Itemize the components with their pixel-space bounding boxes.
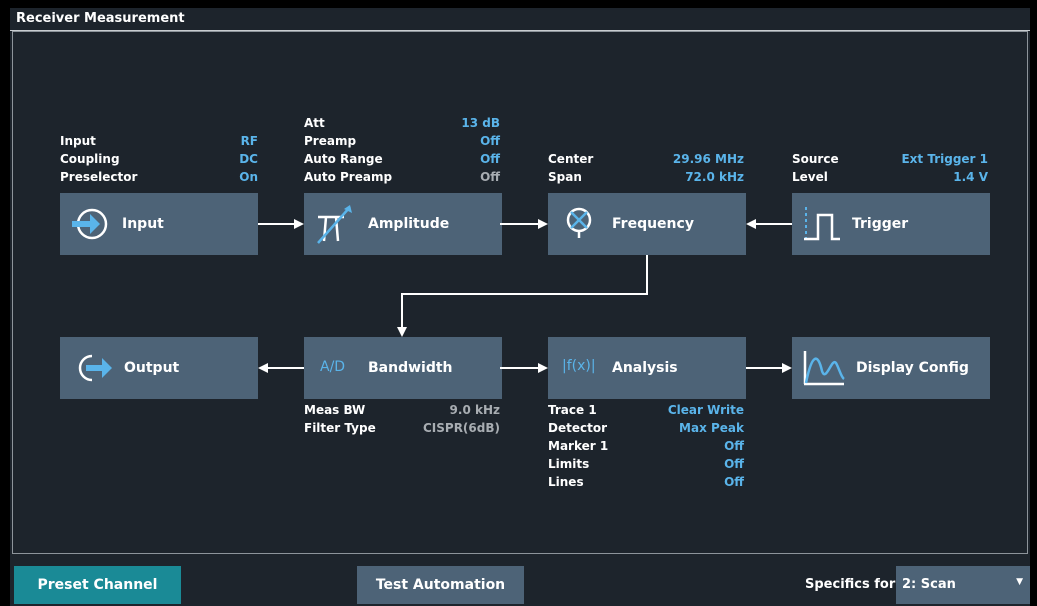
test-automation-button[interactable]: Test Automation	[357, 566, 524, 604]
amplitude-block[interactable]: Amplitude	[304, 193, 502, 255]
output-block[interactable]: Output	[60, 337, 258, 399]
arrow-head	[746, 219, 756, 229]
info-row: Marker 1 Off	[548, 439, 744, 453]
connector-trigger-frequency	[756, 223, 792, 225]
attenuator-icon	[314, 203, 356, 249]
specifics-label: Specifics for	[805, 577, 896, 592]
connector-bandwidth-output	[268, 367, 304, 369]
bandwidth-block[interactable]: A/D Bandwidth	[304, 337, 502, 399]
connector-frequency-across	[401, 293, 648, 295]
info-row: Att 13 dB	[304, 116, 500, 130]
title-bar: Receiver Measurement	[10, 8, 1030, 31]
arrow-head	[538, 219, 548, 229]
arrow-head	[258, 363, 268, 373]
input-block-label: Input	[122, 216, 164, 232]
frequency-block[interactable]: Frequency	[548, 193, 746, 255]
frequency-info: Center 29.96 MHz Span 72.0 kHz	[548, 150, 744, 186]
input-info: Input RF Coupling DC Preselector On	[60, 132, 258, 186]
chevron-down-icon: ▼	[1016, 577, 1023, 587]
specifics-dropdown[interactable]: 2: Scan ▼	[896, 566, 1030, 604]
amplitude-block-label: Amplitude	[368, 216, 450, 232]
trigger-info: Source Ext Trigger 1 Level 1.4 V	[792, 150, 988, 186]
info-row: Limits Off	[548, 457, 744, 471]
input-arrow-icon	[70, 206, 110, 246]
display-config-block[interactable]: Display Config	[792, 337, 990, 399]
output-arrow-icon	[70, 350, 114, 390]
info-row: Level 1.4 V	[792, 170, 988, 184]
specifics-value: 2: Scan	[902, 577, 956, 592]
function-icon: |f(x)|	[562, 358, 596, 374]
analysis-info: Trace 1 Clear Write Detector Max Peak Mark…	[548, 401, 744, 491]
info-row: Preselector On	[60, 170, 258, 184]
info-row: Detector Max Peak	[548, 421, 744, 435]
amplitude-info: Att 13 dB Preamp Off Auto Range Off Auto Pr…	[304, 114, 500, 186]
connector-input-amplitude	[258, 223, 294, 225]
bandwidth-info: Meas BW 9.0 kHz Filter Type CISPR(6dB)	[304, 401, 500, 437]
info-row: Coupling DC	[60, 152, 258, 166]
arrow-head	[397, 327, 407, 337]
trigger-block[interactable]: Trigger	[792, 193, 990, 255]
info-row: Input RF	[60, 134, 258, 148]
arrow-head	[538, 363, 548, 373]
info-row: Preamp Off	[304, 134, 500, 148]
info-row: Auto Range Off	[304, 152, 500, 166]
info-row: Filter Type CISPR(6dB)	[304, 421, 500, 435]
frequency-block-label: Frequency	[612, 216, 694, 232]
connector-frequency-down	[646, 255, 648, 295]
connector-analysis-display	[746, 367, 782, 369]
ad-converter-icon: A/D	[320, 359, 346, 375]
info-row: Source Ext Trigger 1	[792, 152, 988, 166]
display-config-block-label: Display Config	[856, 360, 969, 376]
input-block[interactable]: Input	[60, 193, 258, 255]
pulse-icon	[800, 203, 842, 249]
info-row: Trace 1 Clear Write	[548, 403, 744, 417]
arrow-head	[782, 363, 792, 373]
arrow-head	[294, 219, 304, 229]
window-title: Receiver Measurement	[16, 11, 185, 26]
connector-amplitude-frequency	[500, 223, 538, 225]
info-row: Span 72.0 kHz	[548, 170, 744, 184]
preset-channel-button[interactable]: Preset Channel	[14, 566, 181, 604]
waveform-icon	[802, 349, 846, 391]
mixer-icon	[562, 205, 596, 243]
analysis-block[interactable]: |f(x)| Analysis	[548, 337, 746, 399]
bandwidth-block-label: Bandwidth	[368, 360, 453, 376]
connector-bandwidth-analysis	[500, 367, 538, 369]
analysis-block-label: Analysis	[612, 360, 678, 376]
connector-to-bandwidth	[401, 293, 403, 327]
output-block-label: Output	[124, 360, 180, 376]
info-row: Center 29.96 MHz	[548, 152, 744, 166]
info-row: Auto Preamp Off	[304, 170, 500, 184]
info-row: Meas BW 9.0 kHz	[304, 403, 500, 417]
trigger-block-label: Trigger	[852, 216, 909, 232]
info-row: Lines Off	[548, 475, 744, 489]
